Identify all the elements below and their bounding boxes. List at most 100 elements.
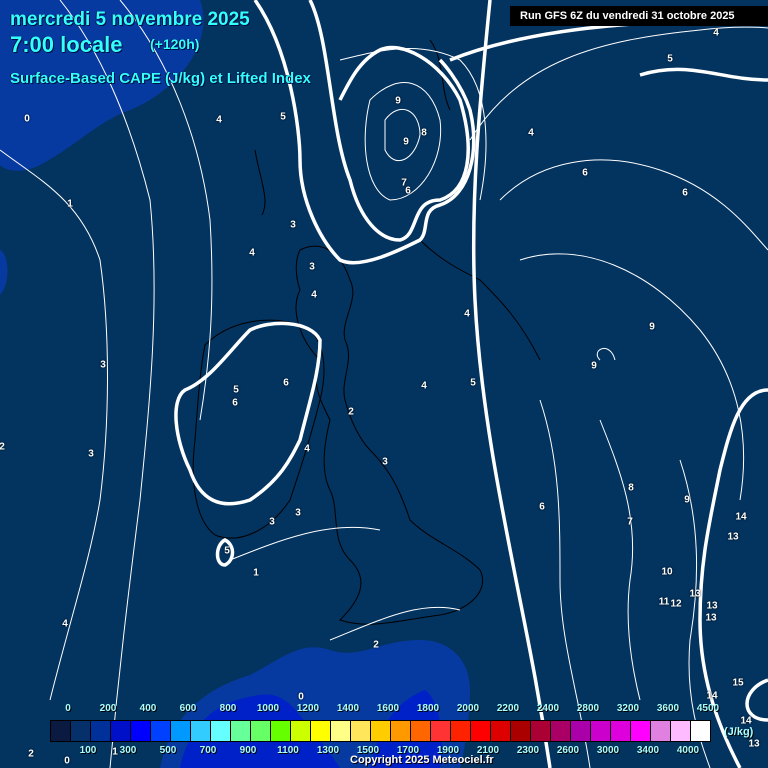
weather-map: mercredi 5 novembre 2025 7:00 locale (+1… — [0, 0, 768, 768]
contour-label: 15 — [732, 677, 744, 689]
legend-label: 2400 — [536, 703, 560, 714]
legend-unit: (J/kg) — [724, 726, 754, 738]
legend-label: 600 — [179, 703, 197, 714]
legend-swatch — [271, 721, 291, 741]
legend-swatch — [351, 721, 371, 741]
legend-swatch — [131, 721, 151, 741]
contour-label: 4 — [713, 27, 719, 39]
contour-label: 12 — [670, 598, 682, 610]
contour-label: 9 — [591, 360, 597, 372]
legend-swatch — [551, 721, 571, 741]
legend-label: 1600 — [376, 703, 400, 714]
contour-label: 3 — [290, 219, 296, 231]
legend-label: 1400 — [336, 703, 360, 714]
contour-label: 11 — [658, 596, 670, 608]
legend-label: 1800 — [416, 703, 440, 714]
legend-swatch — [691, 721, 710, 741]
legend-label: 2200 — [496, 703, 520, 714]
contour-label: 14 — [735, 511, 747, 523]
contour-label: 4 — [216, 114, 222, 126]
legend-swatch — [211, 721, 231, 741]
contour-label: 4 — [528, 127, 534, 139]
map-canvas — [0, 0, 768, 768]
contour-label: 13 — [689, 588, 701, 600]
legend-swatch — [71, 721, 91, 741]
contour-label: 8 — [628, 482, 634, 494]
legend-swatch — [191, 721, 211, 741]
legend-label: 4500 — [696, 703, 720, 714]
forecast-lead: (+120h) — [150, 36, 200, 52]
legend-swatch — [611, 721, 631, 741]
legend-swatch — [331, 721, 351, 741]
contour-label: 4 — [249, 247, 255, 259]
legend-label: 1300 — [316, 745, 340, 756]
color-legend — [50, 720, 711, 742]
contour-label: 4 — [421, 380, 427, 392]
legend-swatch — [431, 721, 451, 741]
legend-swatch — [311, 721, 331, 741]
legend-label: 3200 — [616, 703, 640, 714]
legend-swatch — [371, 721, 391, 741]
contour-label: 13 — [706, 600, 718, 612]
legend-swatch — [291, 721, 311, 741]
parameter-title: Surface-Based CAPE (J/kg) et Lifted Inde… — [10, 70, 311, 87]
contour-label: 4 — [311, 289, 317, 301]
contour-label: 9 — [684, 494, 690, 506]
legend-label: 4000 — [676, 745, 700, 756]
legend-label: 3600 — [656, 703, 680, 714]
legend-label: 1100 — [277, 745, 299, 756]
contour-label: 6 — [283, 377, 289, 389]
contour-label: 13 — [727, 531, 739, 543]
legend-label: 2800 — [576, 703, 600, 714]
contour-label: 2 — [0, 441, 5, 453]
contour-label: 6 — [232, 397, 238, 409]
legend-swatch — [571, 721, 591, 741]
contour-label: 4 — [62, 618, 68, 630]
contour-label: 5 — [233, 384, 239, 396]
legend-swatch — [671, 721, 691, 741]
contour-label: 5 — [224, 545, 230, 557]
legend-label: 1200 — [296, 703, 320, 714]
legend-label: 0 — [65, 703, 71, 714]
legend-swatch — [651, 721, 671, 741]
legend-label: 100 — [79, 745, 97, 756]
legend-swatch — [631, 721, 651, 741]
legend-swatch — [411, 721, 431, 741]
contour-label: 3 — [382, 456, 388, 468]
contour-label: 9 — [403, 136, 409, 148]
legend-swatch — [591, 721, 611, 741]
contour-label: 5 — [667, 53, 673, 65]
coastlines — [192, 39, 541, 625]
contour-label: 6 — [539, 501, 545, 513]
legend-swatch — [491, 721, 511, 741]
contour-label: 0 — [24, 113, 30, 125]
legend-swatch — [111, 721, 131, 741]
contour-label: 3 — [269, 516, 275, 528]
legend-label: 500 — [159, 745, 177, 756]
contour-label: 5 — [470, 377, 476, 389]
legend-swatch — [391, 721, 411, 741]
contour-label: 5 — [280, 111, 286, 123]
contour-label: 2 — [373, 639, 379, 651]
contour-label: 10 — [661, 566, 673, 578]
contour-label: 3 — [309, 261, 315, 273]
contour-label: 6 — [682, 187, 688, 199]
legend-label: 900 — [239, 745, 257, 756]
forecast-date: mercredi 5 novembre 2025 — [10, 9, 250, 30]
copyright: Copyright 2025 Meteociel.fr — [350, 754, 494, 766]
contour-label: 3 — [295, 507, 301, 519]
legend-swatch — [251, 721, 271, 741]
contour-label: 0 — [298, 691, 304, 703]
contour-label: 4 — [464, 308, 470, 320]
contour-label: 6 — [582, 167, 588, 179]
contour-label: 13 — [705, 612, 717, 624]
legend-label: 2000 — [456, 703, 480, 714]
contour-label: 4 — [304, 443, 310, 455]
legend-label: 700 — [199, 745, 217, 756]
contour-label: 7 — [627, 516, 633, 528]
legend-swatch — [451, 721, 471, 741]
legend-label: 3400 — [636, 745, 660, 756]
run-info: Run GFS 6Z du vendredi 31 octobre 2025 — [510, 6, 768, 26]
contour-label: 9 — [395, 95, 401, 107]
contour-label: 1 — [67, 198, 73, 210]
